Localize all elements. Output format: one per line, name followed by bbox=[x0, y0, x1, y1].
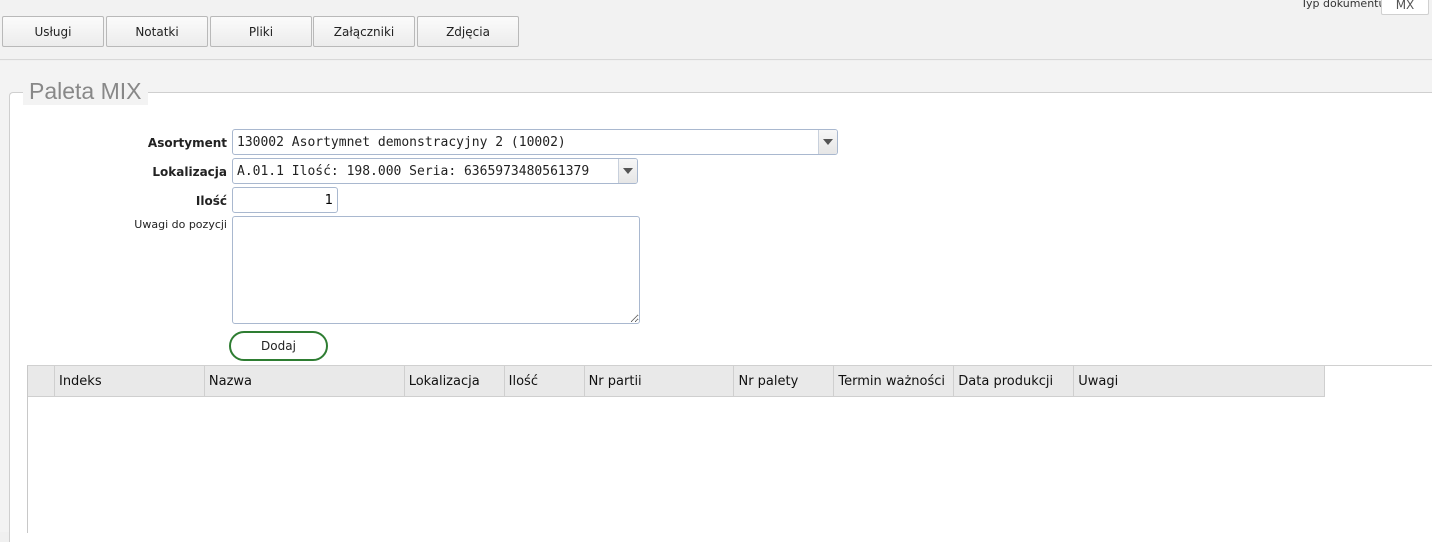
tab-zalaczniki[interactable]: Załączniki bbox=[313, 16, 415, 47]
quantity-label: Ilość bbox=[195, 194, 227, 208]
notes-label: Uwagi do pozycji bbox=[134, 218, 227, 231]
grid-col-uwagi[interactable]: Uwagi bbox=[1073, 366, 1324, 396]
location-value: A.01.1 Ilość: 198.000 Seria: 63659734805… bbox=[237, 163, 590, 179]
grid-col-nr-partii[interactable]: Nr partii bbox=[583, 366, 734, 396]
tab-zdjecia[interactable]: Zdjęcia bbox=[417, 16, 519, 47]
assortment-label: Asortyment bbox=[147, 136, 227, 150]
location-combobox[interactable]: A.01.1 Ilość: 198.000 Seria: 63659734805… bbox=[232, 158, 638, 184]
grid-col-nazwa[interactable]: Nazwa bbox=[203, 366, 404, 396]
tab-uslugi[interactable]: Usługi bbox=[2, 16, 104, 47]
assortment-value: 130002 Asortymnet demonstracyjny 2 (1000… bbox=[237, 134, 566, 150]
grid-col-nr-palety[interactable]: Nr palety bbox=[733, 366, 833, 396]
grid-col-lokalizacja[interactable]: Lokalizacja bbox=[403, 366, 504, 396]
quantity-input[interactable] bbox=[232, 187, 338, 213]
assortment-combobox[interactable]: 130002 Asortymnet demonstracyjny 2 (1000… bbox=[232, 129, 838, 155]
chevron-down-icon[interactable] bbox=[618, 159, 637, 183]
grid-col-data-produkcji[interactable]: Data produkcji bbox=[953, 366, 1073, 396]
tab-pliki[interactable]: Pliki bbox=[210, 16, 312, 47]
add-button[interactable]: Dodaj bbox=[229, 331, 328, 361]
grid-col-termin-waznosci[interactable]: Termin ważności bbox=[833, 366, 953, 396]
grid-col-indeks[interactable]: Indeks bbox=[53, 366, 204, 396]
grid-header: Indeks Nazwa Lokalizacja Ilość Nr partii… bbox=[28, 366, 1325, 397]
doc-type-field[interactable]: MX bbox=[1381, 0, 1429, 15]
location-label: Lokalizacja bbox=[152, 165, 227, 179]
grid-col-ilosc[interactable]: Ilość bbox=[503, 366, 584, 396]
paleta-mix-panel: Paleta MIX Asortyment 130002 Asortymnet … bbox=[0, 61, 1432, 542]
tab-notatki[interactable]: Notatki bbox=[106, 16, 208, 47]
chevron-down-icon[interactable] bbox=[818, 130, 837, 154]
doc-type-label: Typ dokumentu bbox=[1301, 0, 1386, 10]
section-title: Paleta MIX bbox=[23, 78, 148, 105]
notes-textarea[interactable] bbox=[232, 216, 640, 324]
grid-col-selector[interactable] bbox=[28, 366, 54, 396]
top-toolbar: Usługi Notatki Pliki Załączniki Zdjęcia … bbox=[0, 0, 1432, 60]
positions-grid: Indeks Nazwa Lokalizacja Ilość Nr partii… bbox=[27, 365, 1432, 533]
